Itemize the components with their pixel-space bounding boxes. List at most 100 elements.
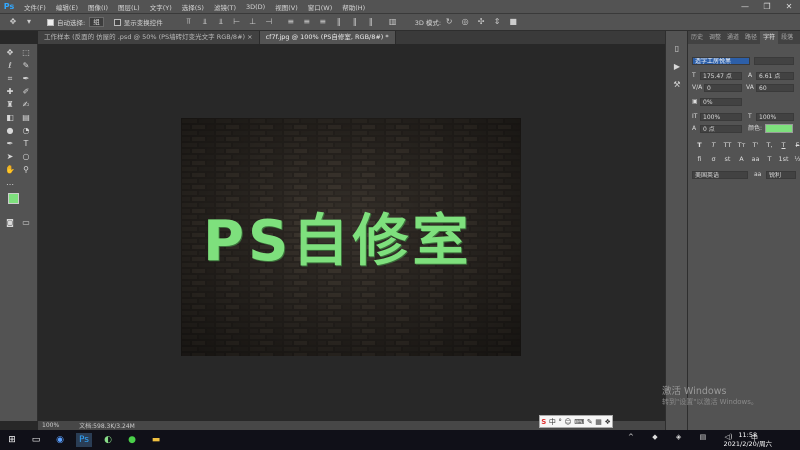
3d-roll-icon[interactable]: ◎ <box>460 17 470 27</box>
pen-tool-icon[interactable]: ✒ <box>3 138 17 149</box>
lasso-tool-icon[interactable]: ℓ <box>3 60 17 71</box>
brush-tool-icon[interactable]: ✐ <box>19 86 33 97</box>
auto-select-checkbox[interactable] <box>47 18 54 26</box>
tsume-field[interactable]: 0% <box>700 98 742 106</box>
type-tool-icon[interactable]: T <box>19 138 33 149</box>
font-style-field[interactable] <box>754 57 794 65</box>
leading-field[interactable]: 6.61 点 <box>756 72 794 80</box>
healing-brush-tool-icon[interactable]: ✚ <box>3 86 17 97</box>
align-right-icon[interactable]: ⊣ <box>264 17 274 27</box>
distribute-vcenter-icon[interactable]: ≡ <box>302 17 312 27</box>
foreground-color-swatch[interactable] <box>8 193 19 204</box>
stamp-tool-icon[interactable]: ♜ <box>3 99 17 110</box>
menu-3d[interactable]: 3D(D) <box>241 3 270 11</box>
tab-adjustments[interactable]: 调整 <box>706 31 724 44</box>
menu-select[interactable]: 选择(S) <box>177 2 209 12</box>
wechat-icon[interactable]: ● <box>124 433 140 447</box>
distribute-left-icon[interactable]: ‖ <box>334 17 344 27</box>
auto-align-icon[interactable]: ▥ <box>388 17 398 27</box>
auto-select-dropdown[interactable]: 组 <box>89 17 104 27</box>
baseline-shift-field[interactable]: 0 点 <box>700 125 742 133</box>
eyedropper-tool-icon[interactable]: ✒ <box>19 73 33 84</box>
3d-drag-icon[interactable]: ✣ <box>476 17 486 27</box>
shape-tool-icon[interactable]: ○ <box>19 151 33 162</box>
menu-file[interactable]: 文件(F) <box>19 2 51 12</box>
show-transform-checkbox[interactable] <box>113 18 121 26</box>
zoom-level[interactable]: 100% <box>38 422 63 429</box>
swash-button[interactable]: A <box>736 155 747 163</box>
gradient-tool-icon[interactable]: ▤ <box>19 112 33 123</box>
file-explorer-icon[interactable]: ▬ <box>148 433 164 447</box>
fractions-button[interactable]: ½ <box>792 155 800 163</box>
ime-keyboard-icon[interactable]: ⌨ <box>574 418 584 426</box>
kerning-field[interactable]: 0 <box>704 84 742 92</box>
history-panel-icon[interactable]: ▯ <box>670 43 684 54</box>
tab-document-2[interactable]: cf7f.jpg @ 100% (PS自修室, RGB/8#) * <box>259 31 396 44</box>
crop-tool-icon[interactable]: ⌗ <box>3 73 17 84</box>
history-brush-tool-icon[interactable]: ✍ <box>19 99 33 110</box>
contextual-alternates-button[interactable]: σ <box>708 155 719 163</box>
ime-emoji-icon[interactable]: ☺ <box>564 418 571 426</box>
tab-channels[interactable]: 通道 <box>724 31 742 44</box>
ime-logo-icon[interactable]: S <box>541 418 546 426</box>
font-family-field[interactable]: 造字工房悦黑 <box>692 57 750 65</box>
anti-alias-dropdown[interactable]: 锐利 <box>766 171 796 179</box>
system-clock[interactable]: 11:58 2021/2/20/周六 <box>723 431 772 449</box>
move-tool-icon[interactable]: ✥ <box>3 47 17 58</box>
tool-presets-icon[interactable]: ⚒ <box>670 79 684 90</box>
menu-edit[interactable]: 编辑(E) <box>51 2 83 12</box>
quick-mask-icon[interactable]: ◙ <box>3 217 17 228</box>
marquee-tool-icon[interactable]: ⬚ <box>19 47 33 58</box>
tracking-field[interactable]: 60 <box>756 84 794 92</box>
font-size-field[interactable]: 175.47 点 <box>700 72 742 80</box>
ime-skin-icon[interactable]: ❖ <box>604 418 610 426</box>
menu-help[interactable]: 帮助(H) <box>337 2 370 12</box>
minimize-button[interactable]: — <box>734 0 756 13</box>
path-select-tool-icon[interactable]: ➤ <box>3 151 17 162</box>
all-caps-button[interactable]: TT <box>722 141 733 149</box>
document-canvas[interactable]: PS自修室 <box>181 118 521 356</box>
horizontal-scale-field[interactable]: 100% <box>756 113 794 121</box>
distribute-top-icon[interactable]: ≡ <box>286 17 296 27</box>
stylistic-alternates-button[interactable]: aa <box>750 155 761 163</box>
align-hcenter-icon[interactable]: ⊥ <box>248 17 258 27</box>
tab-document-1[interactable]: 工作样本 (反面的 仿屋的 .psd @ 50% (PS墙砖灯变光文字 RGB/… <box>38 31 260 44</box>
distribute-hcenter-icon[interactable]: ‖ <box>350 17 360 27</box>
ordinals-button[interactable]: 1st <box>778 155 789 163</box>
hand-tool-icon[interactable]: ✋ <box>3 164 17 175</box>
language-dropdown[interactable]: 美国英语 <box>692 171 748 179</box>
vertical-scale-field[interactable]: 100% <box>700 113 742 121</box>
quick-select-tool-icon[interactable]: ✎ <box>19 60 33 71</box>
align-left-icon[interactable]: ⊢ <box>232 17 242 27</box>
move-tool-icon[interactable]: ✥ <box>8 17 18 27</box>
browser-icon[interactable]: ◉ <box>52 433 68 447</box>
small-caps-button[interactable]: Tт <box>736 141 747 149</box>
zoom-tool-icon[interactable]: ⚲ <box>19 164 33 175</box>
canvas-text-layer[interactable]: PS自修室 <box>203 196 472 277</box>
dropdown-arrow-icon[interactable]: ▾ <box>24 17 34 27</box>
menu-image[interactable]: 图像(I) <box>83 2 113 12</box>
network-icon[interactable]: ▤ <box>700 433 707 443</box>
ime-punctuation-icon[interactable]: ° <box>558 418 562 426</box>
menu-window[interactable]: 窗口(W) <box>303 2 338 12</box>
ime-grid-icon[interactable]: ▦ <box>595 418 602 426</box>
restore-button[interactable]: ❐ <box>756 0 778 13</box>
ime-language-toggle[interactable]: 中 <box>549 417 556 427</box>
screen-mode-icon[interactable]: ▭ <box>19 217 33 228</box>
menu-type[interactable]: 文字(Y) <box>145 2 177 12</box>
text-color-swatch[interactable] <box>765 124 793 133</box>
menu-filter[interactable]: 滤镜(T) <box>209 2 241 12</box>
3d-scale-icon[interactable]: ■ <box>508 17 518 27</box>
tab-paragraph[interactable]: 段落 <box>778 31 796 44</box>
tray-expand-icon[interactable]: ^ <box>628 433 634 443</box>
photoshop-taskbar-icon[interactable]: Ps <box>76 433 92 447</box>
tab-history[interactable]: 历史 <box>688 31 706 44</box>
tray-app-icon[interactable]: ◆ <box>652 433 657 443</box>
dodge-tool-icon[interactable]: ◔ <box>19 125 33 136</box>
actions-panel-icon[interactable]: ▶ <box>670 61 684 72</box>
menu-view[interactable]: 视图(V) <box>270 2 303 12</box>
strikethrough-button[interactable]: F <box>792 141 800 149</box>
distribute-bottom-icon[interactable]: ≡ <box>318 17 328 27</box>
tray-shield-icon[interactable]: ◈ <box>676 433 681 443</box>
3d-slide-icon[interactable]: ⇕ <box>492 17 502 27</box>
